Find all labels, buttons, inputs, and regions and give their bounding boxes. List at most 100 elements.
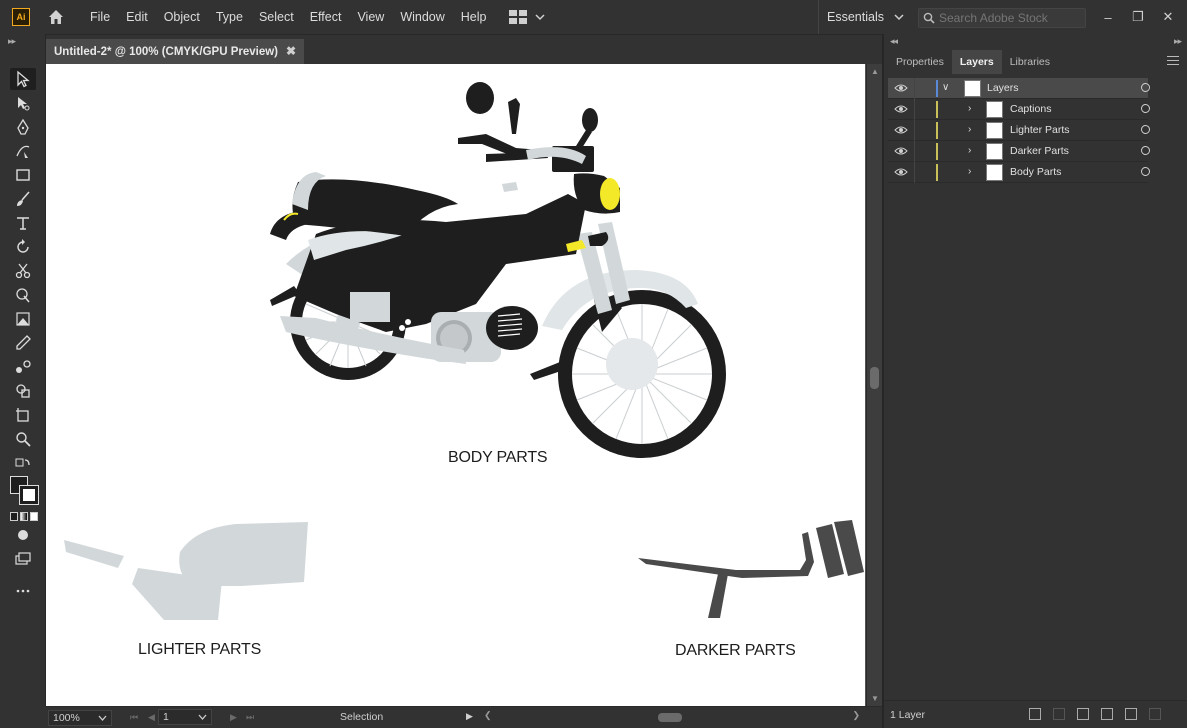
puppet-warp-tool-icon[interactable] [10, 284, 36, 306]
panel-collapse-icon[interactable]: ▸▸ [8, 36, 16, 47]
prev-artboard-icon[interactable]: ◀ [148, 712, 155, 723]
zoom-tool-icon[interactable] [10, 428, 36, 450]
pen-tool-icon[interactable] [10, 116, 36, 138]
scroll-left-icon[interactable]: ❮ [484, 710, 492, 721]
eye-icon[interactable] [894, 104, 908, 114]
horizontal-scrollbar[interactable]: ❮ ❯ [482, 710, 862, 724]
scroll-down-icon[interactable]: ▼ [871, 694, 879, 703]
layer-name[interactable]: Body Parts [1010, 166, 1061, 178]
close-icon[interactable]: ✖ [286, 44, 296, 58]
scroll-thumb[interactable] [870, 367, 879, 389]
layer-row-root[interactable]: ∨ Layers [888, 78, 1150, 99]
free-transform-tool-icon[interactable] [10, 308, 36, 330]
layer-name[interactable]: Darker Parts [1010, 145, 1069, 157]
eye-icon[interactable] [894, 83, 908, 93]
layer-name[interactable]: Lighter Parts [1010, 124, 1070, 136]
paintbrush-tool-icon[interactable] [10, 188, 36, 210]
more-tools-icon[interactable] [10, 580, 36, 602]
rotate-tool-icon[interactable] [10, 236, 36, 258]
panel-collapse-icon[interactable]: ▸▸ [1174, 36, 1182, 47]
screen-mode-icon[interactable] [10, 548, 36, 570]
scroll-right-icon[interactable]: ❯ [852, 710, 860, 721]
workspace-switcher[interactable]: Essentials [818, 0, 904, 34]
layer-name[interactable]: Captions [1010, 103, 1051, 115]
stock-search-input[interactable] [939, 11, 1079, 25]
target-circle-icon[interactable] [1141, 83, 1150, 92]
eye-icon[interactable] [894, 146, 908, 156]
chevron-right-icon[interactable]: › [968, 103, 971, 114]
menu-file[interactable]: File [82, 0, 118, 34]
gradient-icon[interactable] [20, 512, 28, 521]
new-sublayer-icon[interactable] [1101, 708, 1113, 720]
status-menu-arrow-icon[interactable]: ▶ [466, 711, 473, 722]
motorcycle-illustration[interactable] [46, 64, 865, 706]
chevron-right-icon[interactable]: › [968, 124, 971, 135]
export-icon[interactable] [1029, 708, 1041, 720]
minimize-icon[interactable]: – [1101, 10, 1115, 25]
scissors-tool-icon[interactable] [10, 260, 36, 282]
tab-properties[interactable]: Properties [888, 50, 952, 74]
menu-window[interactable]: Window [392, 0, 452, 34]
none-icon[interactable] [30, 512, 38, 521]
eye-icon[interactable] [894, 125, 908, 135]
layer-row-lighter-parts[interactable]: › Lighter Parts [888, 120, 1150, 141]
direct-selection-tool-icon[interactable] [10, 92, 36, 114]
color-mode-buttons[interactable] [10, 512, 38, 521]
panel-expand-icon[interactable]: ◂◂ [890, 36, 898, 47]
layer-row-darker-parts[interactable]: › Darker Parts [888, 141, 1150, 162]
menu-view[interactable]: View [349, 0, 392, 34]
next-artboard-icon[interactable]: ▶ [230, 712, 237, 723]
zoom-select[interactable]: 100% [48, 709, 112, 726]
shape-builder-tool-icon[interactable] [10, 380, 36, 402]
type-tool-icon[interactable] [10, 212, 36, 234]
lighter-parts-group[interactable] [64, 522, 308, 620]
clipping-mask-icon[interactable] [1077, 708, 1089, 720]
new-layer-icon[interactable] [1125, 708, 1137, 720]
layer-row-body-parts[interactable]: › Body Parts [888, 162, 1150, 183]
chevron-right-icon[interactable]: › [968, 166, 971, 177]
document-tab[interactable]: Untitled-2* @ 100% (CMYK/GPU Preview) ✖ [46, 39, 304, 65]
artboard-number-select[interactable]: 1 [158, 709, 212, 725]
stroke-swatch[interactable] [19, 485, 39, 505]
eyedropper-tool-icon[interactable] [10, 332, 36, 354]
selection-tool-icon[interactable] [10, 68, 36, 90]
chevron-right-icon[interactable]: › [968, 145, 971, 156]
close-icon[interactable]: ✕ [1161, 9, 1175, 24]
rectangle-tool-icon[interactable] [10, 164, 36, 186]
menu-edit[interactable]: Edit [118, 0, 156, 34]
target-circle-icon[interactable] [1141, 167, 1150, 176]
canvas[interactable]: BODY PARTS LIGHTER PARTS DARKER PARTS [46, 64, 866, 706]
delete-icon[interactable] [1149, 708, 1161, 720]
layer-row-captions[interactable]: › Captions [888, 99, 1150, 120]
blend-tool-icon[interactable] [10, 356, 36, 378]
panel-menu-icon[interactable] [1167, 56, 1179, 66]
home-icon[interactable] [46, 7, 66, 27]
menu-effect[interactable]: Effect [302, 0, 350, 34]
scroll-thumb[interactable] [658, 713, 682, 722]
swap-fill-stroke-icon[interactable] [10, 454, 36, 476]
tab-layers[interactable]: Layers [951, 50, 1002, 74]
menu-select[interactable]: Select [251, 0, 302, 34]
last-artboard-icon[interactable]: ⏭ [246, 712, 254, 723]
vertical-scrollbar[interactable]: ▲ ▼ [866, 64, 882, 706]
restore-icon[interactable]: ❐ [1131, 9, 1145, 24]
chevron-down-icon[interactable]: ∨ [942, 82, 949, 93]
artboard-tool-icon[interactable] [10, 404, 36, 426]
curvature-tool-icon[interactable] [10, 140, 36, 162]
eye-icon[interactable] [894, 167, 908, 177]
target-circle-icon[interactable] [1141, 146, 1150, 155]
scroll-up-icon[interactable]: ▲ [871, 67, 879, 76]
darker-parts-group[interactable] [638, 520, 864, 618]
layer-name[interactable]: Layers [987, 82, 1019, 94]
fill-stroke-swatch[interactable] [10, 476, 39, 505]
locate-object-icon[interactable] [1053, 708, 1065, 720]
first-artboard-icon[interactable]: ⏮ [130, 712, 138, 723]
draw-mode-icon[interactable] [10, 524, 36, 546]
menu-help[interactable]: Help [453, 0, 495, 34]
menu-type[interactable]: Type [208, 0, 251, 34]
artboard[interactable]: BODY PARTS LIGHTER PARTS DARKER PARTS [46, 64, 865, 706]
target-circle-icon[interactable] [1141, 104, 1150, 113]
color-icon[interactable] [10, 512, 18, 521]
menu-object[interactable]: Object [156, 0, 208, 34]
arrange-documents-button[interactable] [508, 10, 545, 24]
